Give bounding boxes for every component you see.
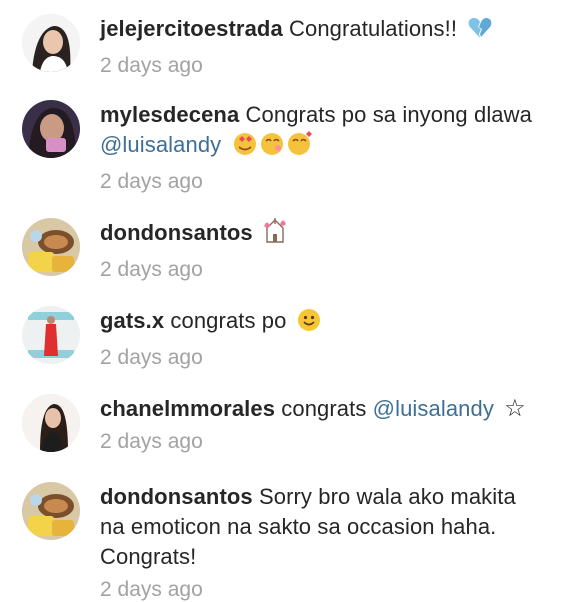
comment-body: chanelmmorales congrats @luisalandy ☆ 2 … xyxy=(100,394,548,454)
timestamp: 2 days ago xyxy=(100,430,203,453)
comment-list: jelejercitoestrada Congratulations!! 2 d… xyxy=(0,0,570,602)
avatar[interactable] xyxy=(22,394,80,452)
mention-link[interactable]: @luisalandy xyxy=(373,396,494,421)
username-link[interactable]: dondonsantos xyxy=(100,220,253,245)
heart-eyes-cats-icon xyxy=(232,130,314,164)
wedding-chapel-icon xyxy=(263,218,287,252)
comment-body: dondonsantos Sorry bro wala ako makita n… xyxy=(100,482,548,602)
comment-message: congrats xyxy=(281,396,367,421)
timestamp: 2 days ago xyxy=(100,346,203,369)
avatar[interactable] xyxy=(22,306,80,364)
smiley-face-icon xyxy=(297,308,321,340)
comment-text: @luisalandy xyxy=(100,130,548,164)
comment-text: chanelmmorales congrats @luisalandy ☆ xyxy=(100,394,548,424)
comment-text: Congrats! xyxy=(100,544,197,569)
username-link[interactable]: mylesdecena xyxy=(100,102,239,127)
comment-text: dondonsantos xyxy=(100,218,548,252)
comment-body: jelejercitoestrada Congratulations!! 2 d… xyxy=(100,14,548,78)
comment-message: Congratulations!! xyxy=(289,16,458,41)
comment-body: mylesdecena Congrats po sa inyong dlawa … xyxy=(100,100,548,194)
comment-body: gats.x congrats po 2 days ago xyxy=(100,306,548,370)
comment-text: gats.x congrats po xyxy=(100,306,548,340)
timestamp: 2 days ago xyxy=(100,170,203,193)
comment-text: dondonsantos Sorry bro wala ako makita xyxy=(100,482,548,512)
comment-text: jelejercitoestrada Congratulations!! xyxy=(100,14,548,48)
comment-text: na emoticon na sakto sa occasion haha. xyxy=(100,514,497,539)
comment-text: mylesdecena Congrats po sa inyong dlawa xyxy=(100,100,548,130)
avatar[interactable] xyxy=(22,218,80,276)
timestamp: 2 days ago xyxy=(100,258,203,281)
username-link[interactable]: jelejercitoestrada xyxy=(100,16,283,41)
comment-message: Congrats po sa inyong dlawa xyxy=(245,102,532,127)
mention-link[interactable]: @luisalandy xyxy=(100,132,221,157)
username-link[interactable]: chanelmmorales xyxy=(100,396,275,421)
avatar[interactable] xyxy=(22,100,80,158)
comment-body: dondonsantos 2 days ago xyxy=(100,218,548,282)
comment-message: Sorry bro wala ako makita xyxy=(258,484,516,509)
username-link[interactable]: gats.x xyxy=(100,308,164,333)
star-icon: ☆ xyxy=(504,395,526,422)
username-link[interactable]: dondonsantos xyxy=(100,484,253,509)
timestamp: 2 days ago xyxy=(100,578,203,601)
avatar[interactable] xyxy=(22,14,80,72)
comment-message: congrats po xyxy=(170,308,287,333)
timestamp: 2 days ago xyxy=(100,54,203,77)
avatar[interactable] xyxy=(22,482,80,540)
broken-heart-icon xyxy=(467,16,493,48)
